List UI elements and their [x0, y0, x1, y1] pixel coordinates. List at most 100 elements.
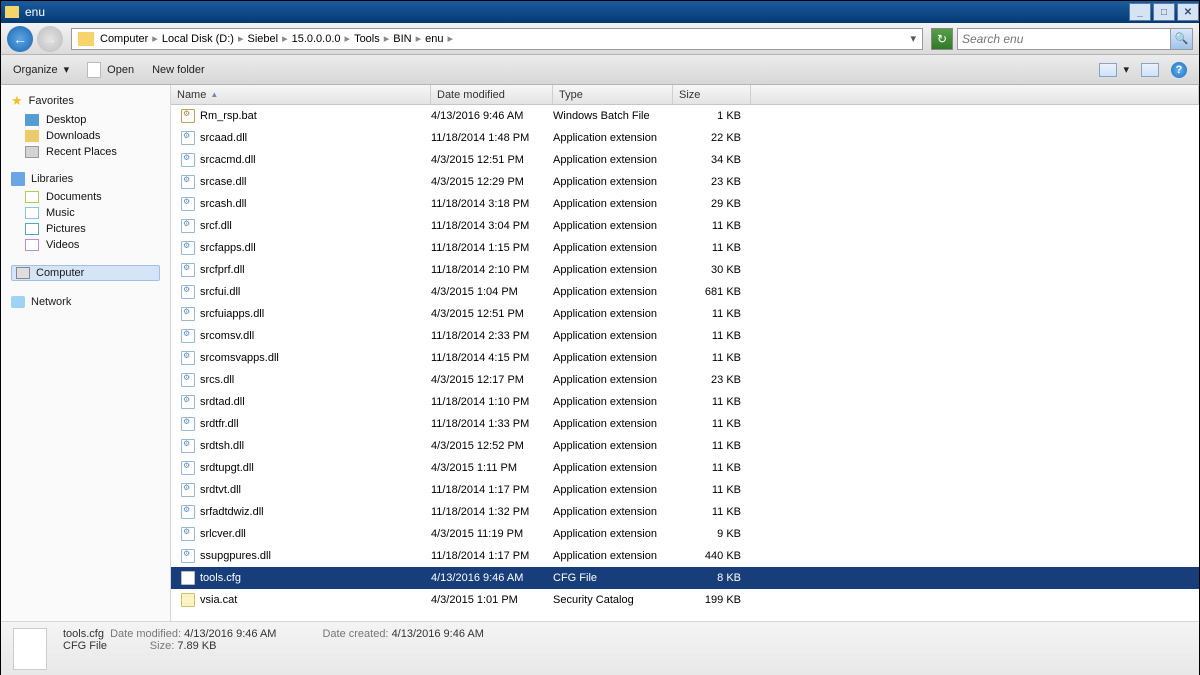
file-row[interactable]: srlcver.dll4/3/2015 11:19 PMApplication … [171, 523, 1199, 545]
file-row[interactable]: srdtfr.dll11/18/2014 1:33 PMApplication … [171, 413, 1199, 435]
file-row[interactable]: srcomsvapps.dll11/18/2014 4:15 PMApplica… [171, 347, 1199, 369]
file-date: 4/3/2015 1:01 PM [431, 594, 553, 606]
file-row[interactable]: srcf.dll11/18/2014 3:04 PMApplication ex… [171, 215, 1199, 237]
file-row[interactable]: srfadtdwiz.dll11/18/2014 1:32 PMApplicat… [171, 501, 1199, 523]
column-size[interactable]: Size [673, 85, 751, 104]
sidebar-item-network[interactable]: Network [11, 296, 160, 308]
sidebar-item-computer[interactable]: Computer [11, 265, 160, 281]
chevron-right-icon[interactable]: ▸ [150, 32, 160, 45]
breadcrumb-item[interactable]: Computer [98, 33, 150, 45]
file-row[interactable]: srcomsv.dll11/18/2014 2:33 PMApplication… [171, 325, 1199, 347]
file-size: 11 KB [673, 330, 751, 342]
back-button[interactable]: ← [7, 26, 33, 52]
sidebar-item-pictures[interactable]: Pictures [11, 221, 160, 237]
sidebar-item-recent-places[interactable]: Recent Places [11, 144, 160, 160]
file-row[interactable]: srcash.dll11/18/2014 3:18 PMApplication … [171, 193, 1199, 215]
file-row[interactable]: srcaad.dll11/18/2014 1:48 PMApplication … [171, 127, 1199, 149]
file-icon [181, 285, 195, 299]
libraries-header[interactable]: Libraries [31, 173, 73, 185]
chevron-right-icon[interactable]: ▸ [382, 32, 392, 45]
file-size: 9 KB [673, 528, 751, 540]
file-row[interactable]: Rm_rsp.bat4/13/2016 9:46 AMWindows Batch… [171, 105, 1199, 127]
file-row[interactable]: srdtupgt.dll4/3/2015 1:11 PMApplication … [171, 457, 1199, 479]
breadcrumb-item[interactable]: enu [423, 33, 445, 45]
new-folder-button[interactable]: New folder [152, 64, 205, 76]
file-icon [181, 373, 195, 387]
file-size: 30 KB [673, 264, 751, 276]
file-row[interactable]: srcs.dll4/3/2015 12:17 PMApplication ext… [171, 369, 1199, 391]
file-size: 8 KB [673, 572, 751, 584]
file-row[interactable]: srdtvt.dll11/18/2014 1:17 PMApplication … [171, 479, 1199, 501]
file-row[interactable]: ssupgpures.dll11/18/2014 1:17 PMApplicat… [171, 545, 1199, 567]
desktop-icon [25, 114, 39, 126]
details-text: tools.cfg Date modified: 4/13/2016 9:46 … [63, 628, 484, 669]
network-icon [11, 296, 25, 308]
file-icon [181, 131, 195, 145]
file-icon [181, 307, 195, 321]
sidebar-item-documents[interactable]: Documents [11, 189, 160, 205]
column-type[interactable]: Type [553, 85, 673, 104]
file-row[interactable]: srdtsh.dll4/3/2015 12:52 PMApplication e… [171, 435, 1199, 457]
breadcrumb[interactable]: Computer▸Local Disk (D:)▸Siebel▸15.0.0.0… [98, 32, 455, 45]
file-row[interactable]: srcfuiapps.dll4/3/2015 12:51 PMApplicati… [171, 303, 1199, 325]
breadcrumb-item[interactable]: BIN [391, 33, 413, 45]
file-size: 440 KB [673, 550, 751, 562]
chevron-right-icon[interactable]: ▸ [446, 32, 456, 45]
file-date: 11/18/2014 4:15 PM [431, 352, 553, 364]
chevron-right-icon[interactable]: ▸ [280, 32, 290, 45]
breadcrumb-item[interactable]: 15.0.0.0.0 [290, 33, 343, 45]
file-type: Application extension [553, 374, 673, 386]
file-row[interactable]: vsia.cat4/3/2015 1:01 PMSecurity Catalog… [171, 589, 1199, 611]
computer-icon [16, 267, 30, 279]
file-list[interactable]: Rm_rsp.bat4/13/2016 9:46 AMWindows Batch… [171, 105, 1199, 621]
column-headers: Name▲ Date modified Type Size [171, 85, 1199, 105]
search-box[interactable]: 🔍 [957, 28, 1193, 50]
file-name: srcfprf.dll [200, 264, 245, 276]
file-date: 11/18/2014 3:04 PM [431, 220, 553, 232]
file-date: 4/3/2015 12:51 PM [431, 308, 553, 320]
file-row[interactable]: srcfui.dll4/3/2015 1:04 PMApplication ex… [171, 281, 1199, 303]
file-row[interactable]: tools.cfg4/13/2016 9:46 AMCFG File8 KB [171, 567, 1199, 589]
sidebar-item-videos[interactable]: Videos [11, 237, 160, 253]
help-button[interactable]: ? [1171, 62, 1187, 78]
search-input[interactable] [958, 32, 1170, 46]
network-group: Network [1, 294, 170, 321]
maximize-button[interactable]: □ [1153, 3, 1175, 21]
search-icon[interactable]: 🔍 [1170, 29, 1192, 49]
chevron-right-icon[interactable]: ▸ [236, 32, 246, 45]
file-type: Application extension [553, 352, 673, 364]
breadcrumb-item[interactable]: Siebel [245, 33, 280, 45]
sidebar-item-desktop[interactable]: Desktop [11, 112, 160, 128]
breadcrumb-item[interactable]: Tools [352, 33, 382, 45]
details-filetype: CFG File [63, 640, 107, 652]
file-type: Application extension [553, 440, 673, 452]
sidebar-item-music[interactable]: Music [11, 205, 160, 221]
minimize-button[interactable]: _ [1129, 3, 1151, 21]
file-row[interactable]: srdtad.dll11/18/2014 1:10 PMApplication … [171, 391, 1199, 413]
file-row[interactable]: srcfapps.dll11/18/2014 1:15 PMApplicatio… [171, 237, 1199, 259]
file-icon [181, 329, 195, 343]
file-row[interactable]: srcacmd.dll4/3/2015 12:51 PMApplication … [171, 149, 1199, 171]
file-row[interactable]: srcase.dll4/3/2015 12:29 PMApplication e… [171, 171, 1199, 193]
chevron-right-icon[interactable]: ▸ [414, 32, 424, 45]
address-bar[interactable]: Computer▸Local Disk (D:)▸Siebel▸15.0.0.0… [71, 28, 923, 50]
favorites-header[interactable]: Favorites [29, 95, 74, 107]
sidebar-item-downloads[interactable]: Downloads [11, 128, 160, 144]
column-date[interactable]: Date modified [431, 85, 553, 104]
close-button[interactable]: ✕ [1177, 3, 1199, 21]
forward-button[interactable]: → [37, 26, 63, 52]
organize-button[interactable]: Organize▾ [13, 63, 69, 76]
file-type: Application extension [553, 198, 673, 210]
column-name[interactable]: Name▲ [171, 85, 431, 104]
file-name: srcomsv.dll [200, 330, 254, 342]
refresh-button[interactable]: ↻ [931, 28, 953, 50]
chevron-right-icon[interactable]: ▸ [343, 32, 353, 45]
file-size: 22 KB [673, 132, 751, 144]
preview-pane-button[interactable] [1141, 63, 1159, 77]
open-button[interactable]: Open [87, 62, 134, 78]
breadcrumb-item[interactable]: Local Disk (D:) [160, 33, 236, 45]
navbar: ← → Computer▸Local Disk (D:)▸Siebel▸15.0… [1, 23, 1199, 55]
view-options-button[interactable]: ▾ [1099, 63, 1129, 77]
file-row[interactable]: srcfprf.dll11/18/2014 2:10 PMApplication… [171, 259, 1199, 281]
address-dropdown[interactable]: ▾ [904, 32, 922, 45]
